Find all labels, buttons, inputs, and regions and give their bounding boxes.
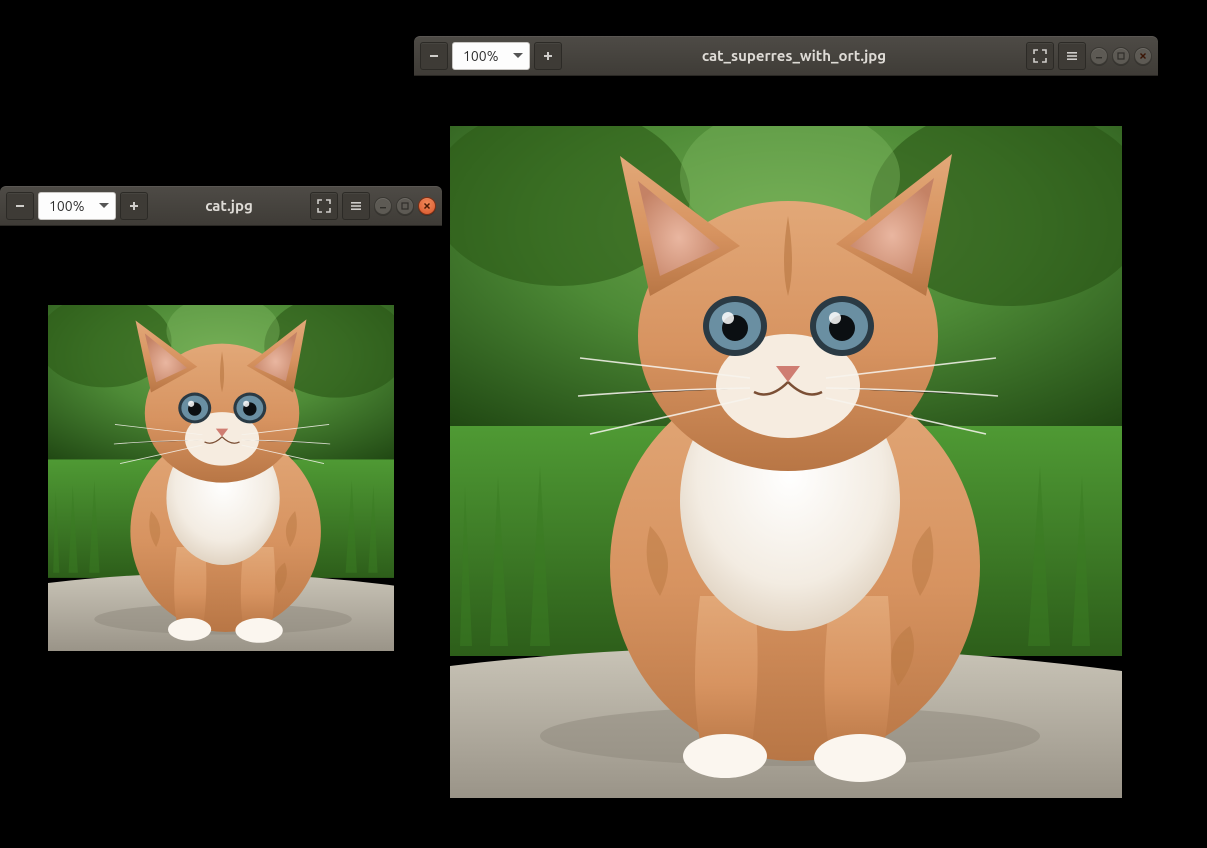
zoom-out-button[interactable]: [420, 42, 448, 70]
close-icon: [422, 201, 432, 211]
minimize-icon: [378, 201, 388, 211]
zoom-level-value: 100%: [463, 48, 498, 64]
image-viewer-window: 100% cat_superres_with_ort.jpg: [414, 36, 1158, 848]
chevron-down-icon: [99, 203, 109, 208]
titlebar[interactable]: 100% cat.jpg: [0, 186, 442, 226]
minimize-icon: [1094, 51, 1104, 61]
maximize-icon: [1116, 51, 1126, 61]
image-viewer-window: 100% cat.jpg: [0, 186, 442, 730]
minimize-button[interactable]: [1090, 47, 1108, 65]
menu-button[interactable]: [1058, 42, 1086, 70]
window-title: cat.jpg: [148, 197, 310, 214]
fullscreen-button[interactable]: [310, 192, 338, 220]
zoom-in-button[interactable]: [534, 42, 562, 70]
zoom-level-value: 100%: [49, 198, 84, 214]
hamburger-icon: [1065, 49, 1079, 63]
menu-button[interactable]: [342, 192, 370, 220]
maximize-icon: [400, 201, 410, 211]
maximize-button[interactable]: [396, 197, 414, 215]
zoom-in-button[interactable]: [120, 192, 148, 220]
close-icon: [1138, 51, 1148, 61]
zoom-level-select[interactable]: 100%: [452, 42, 530, 70]
displayed-image: [450, 126, 1122, 798]
titlebar[interactable]: 100% cat_superres_with_ort.jpg: [414, 36, 1158, 76]
zoom-level-select[interactable]: 100%: [38, 192, 116, 220]
plus-icon: [128, 200, 140, 212]
chevron-down-icon: [513, 53, 523, 58]
fullscreen-icon: [317, 199, 331, 213]
minus-icon: [428, 50, 440, 62]
displayed-image: [48, 305, 394, 651]
hamburger-icon: [349, 199, 363, 213]
window-title: cat_superres_with_ort.jpg: [562, 47, 1026, 64]
fullscreen-button[interactable]: [1026, 42, 1054, 70]
minimize-button[interactable]: [374, 197, 392, 215]
minus-icon: [14, 200, 26, 212]
fullscreen-icon: [1033, 49, 1047, 63]
zoom-out-button[interactable]: [6, 192, 34, 220]
window-controls: [374, 197, 436, 215]
image-content-area[interactable]: [0, 226, 442, 730]
close-button[interactable]: [1134, 47, 1152, 65]
window-controls: [1090, 47, 1152, 65]
image-content-area[interactable]: [414, 76, 1158, 848]
plus-icon: [542, 50, 554, 62]
close-button[interactable]: [418, 197, 436, 215]
maximize-button[interactable]: [1112, 47, 1130, 65]
